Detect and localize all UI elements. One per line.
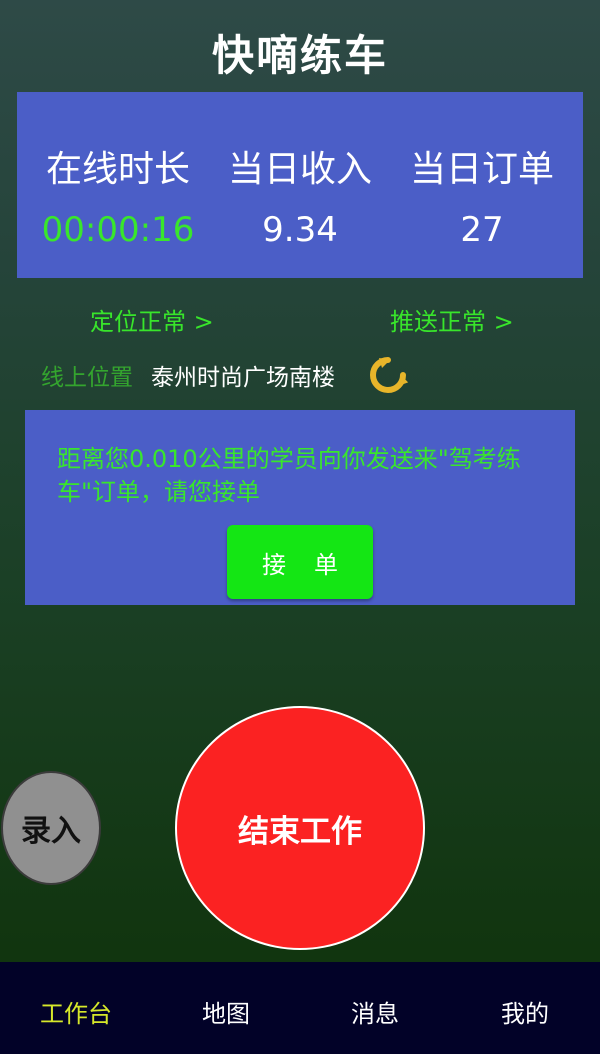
push-status-link[interactable]: 推送正常 >: [390, 302, 514, 337]
app-title: 快嘀练车: [211, 31, 388, 80]
bottom-nav: 工作台 地图 消息 我的: [0, 962, 600, 1054]
refresh-icon[interactable]: [367, 354, 409, 396]
stat-daily-orders-label: 当日订单: [409, 149, 554, 190]
location-value: 泰州时尚广场南楼: [151, 365, 335, 391]
nav-item-mine[interactable]: 我的: [501, 994, 549, 1029]
status-row: 定位正常 > 推送正常 >: [0, 302, 600, 338]
stat-daily-income-value: 9.34: [262, 210, 338, 250]
nav-item-workbench[interactable]: 工作台: [40, 994, 112, 1029]
location-row: 线上位置 泰州时尚广场南楼: [41, 357, 409, 393]
stat-online-duration-value: 00:00:16: [41, 210, 195, 250]
stat-online-duration-label: 在线时长: [45, 149, 190, 190]
stat-daily-income-label: 当日收入: [227, 149, 372, 190]
nav-item-map[interactable]: 地图: [202, 994, 250, 1029]
nav-item-messages[interactable]: 消息: [351, 994, 399, 1029]
stat-daily-orders-value: 27: [460, 210, 504, 250]
order-message: 距离您0.010公里的学员向你发送来"驾考练车"订单，请您接单: [57, 445, 521, 506]
stats-panel: 在线时长 00:00:16 当日收入 9.34 当日订单 27: [17, 92, 583, 278]
stat-daily-orders: 当日订单 27: [391, 92, 573, 278]
accept-order-button[interactable]: 接单: [227, 525, 373, 599]
order-panel: 距离您0.010公里的学员向你发送来"驾考练车"订单，请您接单 接单: [25, 410, 575, 605]
stat-daily-income: 当日收入 9.34: [209, 92, 391, 278]
end-work-button[interactable]: 结束工作: [175, 706, 425, 950]
entry-button[interactable]: 录入: [1, 771, 101, 885]
stat-online-duration: 在线时长 00:00:16: [27, 92, 209, 278]
location-label: 线上位置: [41, 365, 133, 391]
location-status-link[interactable]: 定位正常 >: [90, 302, 214, 337]
